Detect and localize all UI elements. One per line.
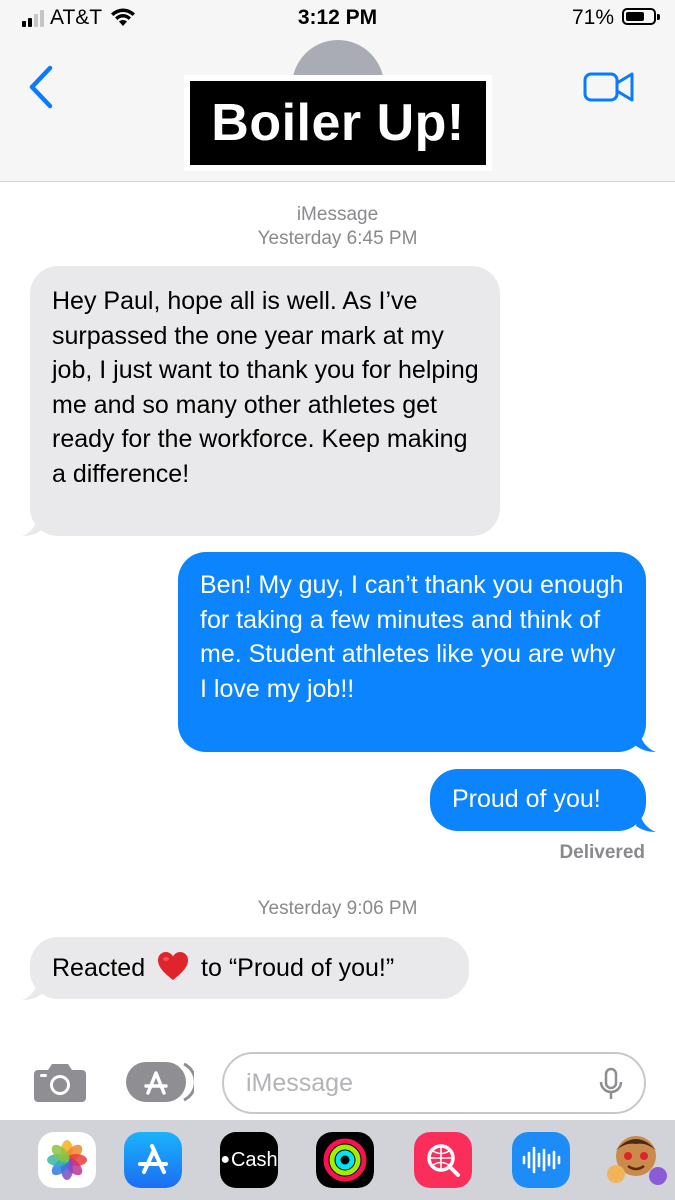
title-overlay: Boiler Up! [184,75,492,171]
reaction-message-bubble[interactable]: Reacted to “Proud of you!” [30,937,469,999]
battery-fill [626,12,645,21]
red-heart-icon [158,952,189,980]
delivered-status: Delivered [559,842,645,863]
image-search-app-icon[interactable] [414,1132,472,1188]
message-text: Proud of you! [452,785,601,813]
camera-icon[interactable] [32,1060,88,1104]
apple-logo-icon: ● [220,1151,230,1168]
message-text: Hey Paul, hope all is well. As I’ve surp… [52,287,479,488]
bubble-tail [636,730,656,752]
audio-message-app-icon[interactable] [512,1132,570,1188]
outgoing-message-bubble[interactable]: Proud of you! [430,769,646,831]
outgoing-message-bubble[interactable]: Ben! My guy, I can’t thank you enough fo… [178,552,646,752]
title-overlay-text: Boiler Up! [190,81,486,165]
memoji-stickers-icon[interactable] [606,1132,668,1188]
cash-label: Cash [230,1148,278,1171]
apple-cash-app-icon[interactable]: ● Cash [220,1132,278,1188]
activity-app-icon[interactable] [316,1132,374,1188]
battery-icon [622,8,660,25]
video-camera-icon[interactable] [582,68,636,106]
microphone-icon[interactable] [598,1067,624,1101]
app-store-apps-icon[interactable] [124,1060,194,1104]
message-text: Ben! My guy, I can’t thank you enough fo… [200,571,624,703]
app-store-icon[interactable] [124,1132,182,1188]
status-bar: AT&T 3:12 PM 71% [0,0,675,40]
message-input[interactable] [222,1052,646,1114]
back-chevron-icon[interactable] [22,62,62,112]
bubble-tail [22,978,42,1000]
bubble-tail [22,514,42,536]
incoming-message-bubble[interactable]: Hey Paul, hope all is well. As I’ve surp… [30,266,500,536]
timestamp: Yesterday 9:06 PM [257,898,418,919]
conversation-header: AT&T 3:12 PM 71% Boiler Up! [0,0,675,182]
reaction-prefix: Reacted [52,954,146,982]
photos-app-icon[interactable] [38,1132,96,1188]
battery-percent: 71% [572,6,615,29]
reaction-suffix: to “Proud of you!” [201,954,395,982]
service-label: iMessage [296,204,379,225]
bubble-tail [636,810,656,832]
timestamp: Yesterday 6:45 PM [257,228,418,249]
